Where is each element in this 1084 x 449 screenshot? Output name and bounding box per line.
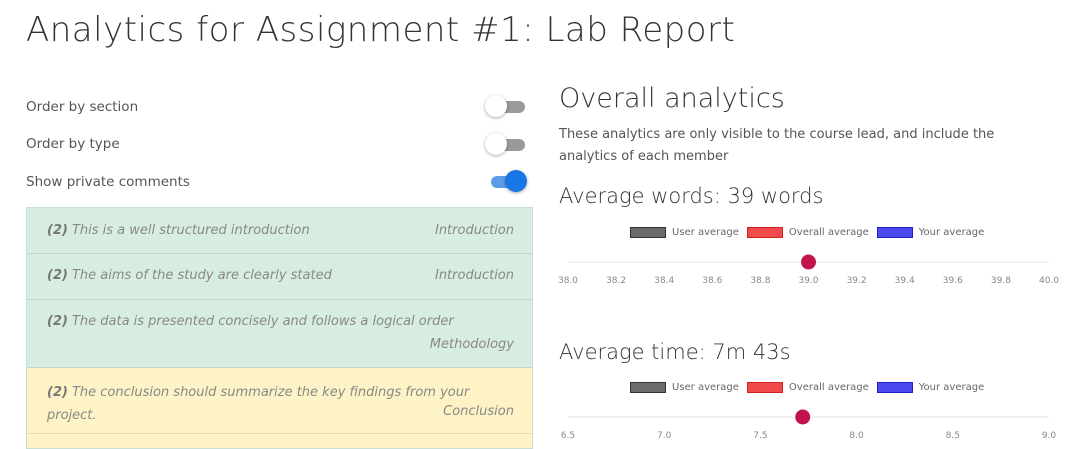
words-axis: 38.0 38.2 38.4 38.6 38.8 39.0 39.2 39.4 39.6 39.8… bbox=[558, 254, 1059, 286]
tick-label: 38.4 bbox=[654, 276, 674, 286]
comment-item[interactable]: (2) The data is presented concisely and f… bbox=[27, 300, 532, 368]
legend-user-average: User average bbox=[630, 381, 739, 393]
legend-swatch bbox=[746, 381, 783, 393]
comment-count: (2) bbox=[47, 314, 68, 329]
average-marker[interactable] bbox=[801, 254, 816, 270]
overall-analytics-description: These analytics are only visible to the … bbox=[559, 127, 995, 165]
tick-label: 38.0 bbox=[558, 276, 578, 286]
order-by-type-toggle[interactable] bbox=[485, 133, 527, 157]
comment-count: (2) bbox=[47, 223, 68, 238]
comment-item[interactable]: (2) The conclusion should summarize the k… bbox=[27, 368, 532, 434]
legend-your-average: Your average bbox=[876, 226, 985, 238]
time-legend: User average Overall average Your averag… bbox=[630, 380, 992, 394]
legend-swatch bbox=[630, 226, 666, 238]
overall-analytics-heading: Overall analytics bbox=[559, 83, 785, 114]
legend-label: User average bbox=[672, 381, 739, 393]
tick-label: 40.0 bbox=[1039, 276, 1059, 286]
average-words-heading: Average words: 39 words bbox=[559, 184, 824, 208]
time-axis: 6.5 7.0 7.5 8.0 8.5 9.0 bbox=[561, 409, 1057, 441]
tick-label: 7.0 bbox=[657, 431, 672, 441]
legend-label: Your average bbox=[918, 226, 985, 238]
legend-swatch bbox=[630, 381, 666, 393]
tick-label: 38.6 bbox=[702, 276, 722, 286]
tick-label: 39.0 bbox=[798, 276, 818, 286]
order-by-section-toggle[interactable] bbox=[485, 95, 527, 119]
legend-your-average: Your average bbox=[876, 381, 985, 393]
average-time-heading: Average time: 7m 43s bbox=[559, 340, 791, 364]
tick-label: 7.5 bbox=[753, 431, 767, 441]
comment-text: The conclusion should summarize the key … bbox=[47, 385, 470, 423]
legend-swatch bbox=[876, 226, 913, 238]
tick-label: 9.0 bbox=[1042, 431, 1057, 441]
comment-count: (2) bbox=[47, 268, 68, 283]
words-legend: User average Overall average Your averag… bbox=[630, 225, 992, 239]
show-private-comments-toggle[interactable] bbox=[485, 170, 527, 194]
comment-section: Methodology bbox=[429, 337, 514, 352]
toggle-knob bbox=[485, 95, 507, 117]
comment-section: Introduction bbox=[434, 223, 514, 238]
tick-label: 38.2 bbox=[606, 276, 626, 286]
legend-label: Your average bbox=[918, 381, 985, 393]
legend-swatch bbox=[746, 226, 783, 238]
comment-text: The aims of the study are clearly stated bbox=[71, 268, 332, 283]
comment-text: This is a well structured introduction bbox=[71, 223, 310, 238]
comment-text: The data is presented concisely and foll… bbox=[71, 314, 454, 329]
tick-label: 6.5 bbox=[561, 431, 575, 441]
tick-label: 39.4 bbox=[895, 276, 915, 286]
tick-label: 39.2 bbox=[847, 276, 867, 286]
comment-item[interactable]: (2) The aims of the study are clearly sta… bbox=[27, 254, 532, 300]
order-by-section-label: Order by section bbox=[26, 99, 139, 115]
comment-item[interactable] bbox=[27, 434, 532, 448]
comment-section: Conclusion bbox=[443, 404, 514, 419]
legend-label: Overall average bbox=[788, 226, 869, 238]
tick-label: 39.8 bbox=[991, 276, 1011, 286]
average-marker[interactable] bbox=[795, 409, 811, 425]
legend-label: User average bbox=[672, 226, 739, 238]
tick-label: 8.0 bbox=[849, 431, 864, 441]
order-by-type-label: Order by type bbox=[26, 136, 120, 152]
page-title: Analytics for Assignment #1: Lab Report bbox=[26, 10, 736, 50]
comment-count: (2) bbox=[47, 385, 68, 400]
tick-label: 39.6 bbox=[943, 276, 963, 286]
legend-swatch bbox=[876, 381, 913, 393]
tick-label: 8.5 bbox=[946, 431, 960, 441]
tick-label: 38.8 bbox=[750, 276, 770, 286]
comment-item[interactable]: (2) This is a well structured introductio… bbox=[27, 208, 532, 254]
comment-section: Introduction bbox=[434, 268, 514, 283]
legend-user-average: User average bbox=[630, 226, 739, 238]
toggle-knob bbox=[485, 133, 507, 155]
toggle-knob bbox=[505, 170, 527, 192]
legend-overall-average: Overall average bbox=[746, 381, 869, 393]
show-private-comments-label: Show private comments bbox=[26, 174, 190, 190]
legend-overall-average: Overall average bbox=[746, 226, 869, 238]
comment-list: (2) This is a well structured introductio… bbox=[26, 207, 533, 449]
legend-label: Overall average bbox=[788, 381, 869, 393]
